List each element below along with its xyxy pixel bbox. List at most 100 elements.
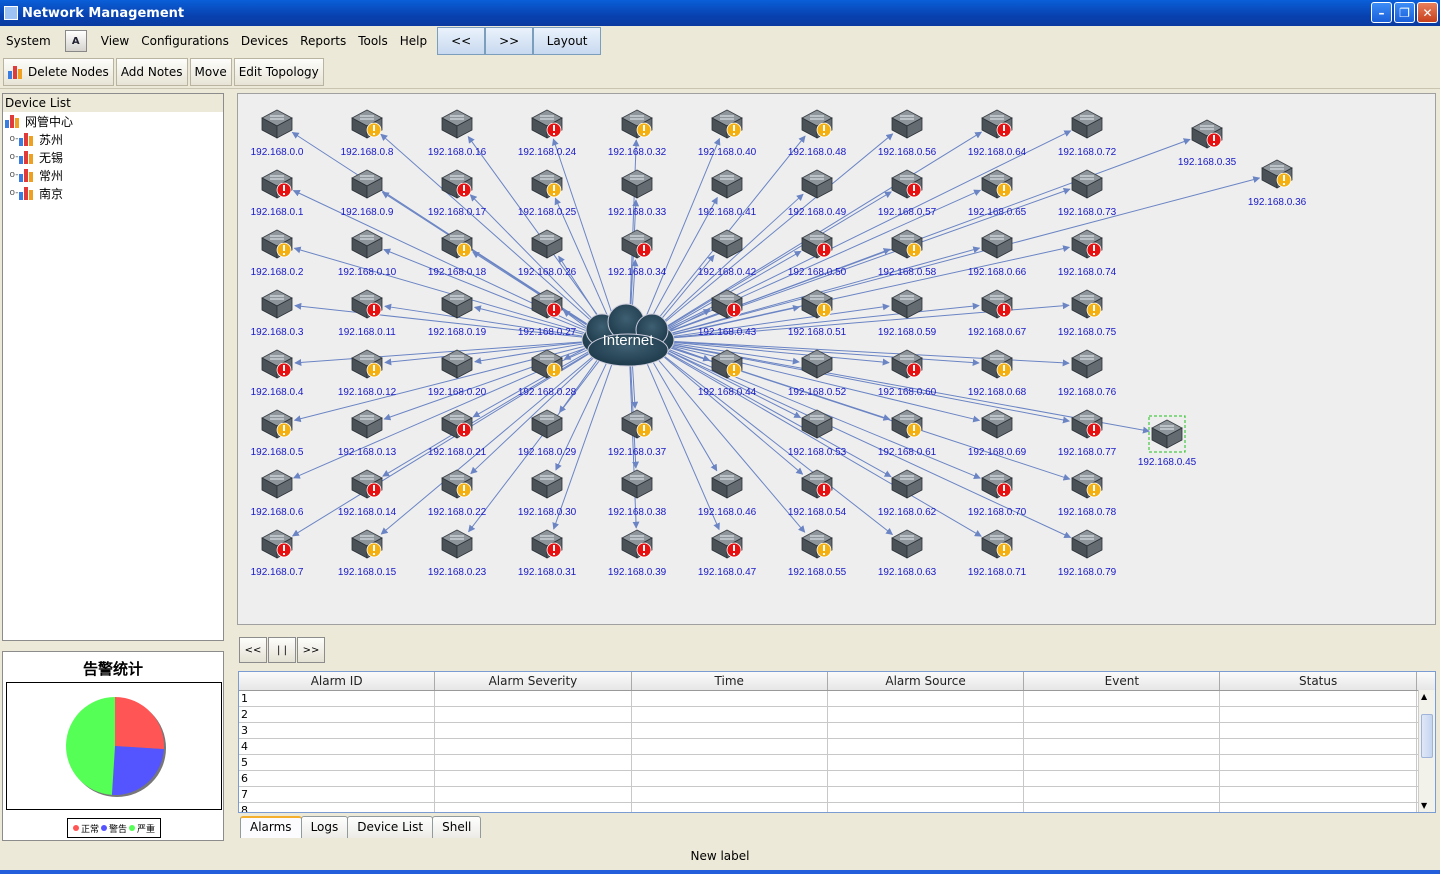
menu-system[interactable]: System bbox=[0, 34, 57, 48]
horizontal-split-handle[interactable] bbox=[237, 625, 1436, 633]
col-alarm-source[interactable]: Alarm Source bbox=[828, 672, 1025, 690]
add-notes-button[interactable]: Add Notes bbox=[115, 58, 188, 86]
switch-node[interactable]: 192.168.0.17 bbox=[428, 169, 487, 218]
menu-configurations[interactable]: Configurations bbox=[135, 34, 235, 48]
switch-node[interactable]: 192.168.0.15 bbox=[338, 529, 397, 578]
tab-logs[interactable]: Logs bbox=[300, 816, 349, 838]
switch-node[interactable]: 192.168.0.2 bbox=[251, 229, 304, 278]
scroll-thumb[interactable] bbox=[1421, 714, 1433, 758]
table-scrollbar[interactable]: ▲ ▼ bbox=[1418, 690, 1435, 812]
switch-node[interactable]: 192.168.0.48 bbox=[788, 109, 847, 158]
expand-icon[interactable]: o- bbox=[9, 188, 19, 198]
switch-node[interactable]: 192.168.0.75 bbox=[1058, 289, 1117, 338]
col-event[interactable]: Event bbox=[1024, 672, 1221, 690]
move-button[interactable]: Move bbox=[189, 58, 232, 86]
minimize-button[interactable]: – bbox=[1371, 2, 1392, 23]
switch-node[interactable]: 192.168.0.47 bbox=[698, 529, 757, 578]
switch-node[interactable]: 192.168.0.39 bbox=[608, 529, 667, 578]
switch-node[interactable]: 192.168.0.78 bbox=[1058, 469, 1117, 518]
menu-view[interactable]: View bbox=[95, 34, 135, 48]
switch-node[interactable]: 192.168.0.71 bbox=[968, 529, 1027, 578]
topology-graph[interactable]: 192.168.0.0 192.168.0.1 192.168.0.2 192.168… bbox=[238, 94, 1436, 625]
rewind-button[interactable]: << bbox=[239, 637, 267, 663]
col-alarm-severity[interactable]: Alarm Severity bbox=[435, 672, 632, 690]
switch-node[interactable]: 192.168.0.26 bbox=[518, 229, 577, 278]
switch-node[interactable]: 192.168.0.45 bbox=[1138, 415, 1197, 468]
tab-device-list[interactable]: Device List bbox=[347, 816, 434, 838]
menu-devices[interactable]: Devices bbox=[235, 34, 294, 48]
switch-node[interactable]: 192.168.0.36 bbox=[1248, 159, 1307, 208]
table-row[interactable]: 7 bbox=[239, 787, 1435, 803]
switch-node[interactable]: 192.168.0.5 bbox=[251, 409, 304, 458]
switch-node[interactable]: 192.168.0.46 bbox=[698, 469, 757, 518]
table-row[interactable]: 6 bbox=[239, 771, 1435, 787]
switch-node[interactable]: 192.168.0.60 bbox=[878, 349, 937, 398]
switch-node[interactable]: 192.168.0.54 bbox=[788, 469, 847, 518]
expand-icon[interactable]: o- bbox=[9, 152, 19, 162]
switch-node[interactable]: 192.168.0.12 bbox=[338, 349, 397, 398]
pause-button[interactable]: | | bbox=[268, 637, 296, 663]
switch-node[interactable]: 192.168.0.30 bbox=[518, 469, 577, 518]
menu-tools[interactable]: Tools bbox=[352, 34, 394, 48]
switch-node[interactable]: 192.168.0.56 bbox=[878, 109, 937, 158]
switch-node[interactable]: 192.168.0.40 bbox=[698, 109, 757, 158]
col-time[interactable]: Time bbox=[632, 672, 828, 690]
switch-node[interactable]: 192.168.0.73 bbox=[1058, 169, 1117, 218]
edit-topology-button[interactable]: Edit Topology bbox=[233, 58, 324, 86]
switch-node[interactable]: 192.168.0.49 bbox=[788, 169, 847, 218]
table-row[interactable]: 3 bbox=[239, 723, 1435, 739]
switch-node[interactable]: 192.168.0.68 bbox=[968, 349, 1027, 398]
close-button[interactable]: ✕ bbox=[1417, 2, 1438, 23]
switch-node[interactable]: 192.168.0.33 bbox=[608, 169, 667, 218]
col-alarm-id[interactable]: Alarm ID bbox=[239, 672, 436, 690]
switch-node[interactable]: 192.168.0.22 bbox=[428, 469, 487, 518]
switch-node[interactable]: 192.168.0.57 bbox=[878, 169, 937, 218]
font-icon[interactable]: A bbox=[64, 30, 87, 52]
restore-button[interactable]: ❐ bbox=[1394, 2, 1415, 23]
tree-item-changzhou[interactable]: o- 常州 bbox=[3, 166, 223, 184]
switch-node[interactable]: 192.168.0.52 bbox=[788, 349, 847, 398]
switch-node[interactable]: 192.168.0.53 bbox=[788, 409, 847, 458]
switch-node[interactable]: 192.168.0.23 bbox=[428, 529, 487, 578]
tab-alarms[interactable]: Alarms bbox=[240, 816, 302, 838]
table-row[interactable]: 1 bbox=[239, 691, 1435, 707]
scroll-down-icon[interactable]: ▼ bbox=[1421, 801, 1427, 810]
tree-item-suzhou[interactable]: o- 苏州 bbox=[3, 130, 223, 148]
switch-node[interactable]: 192.168.0.66 bbox=[968, 229, 1027, 278]
switch-node[interactable]: 192.168.0.43 bbox=[698, 289, 757, 338]
switch-node[interactable]: 192.168.0.79 bbox=[1058, 529, 1117, 578]
switch-node[interactable]: 192.168.0.59 bbox=[878, 289, 937, 338]
switch-node[interactable]: 192.168.0.37 bbox=[608, 409, 667, 458]
switch-node[interactable]: 192.168.0.4 bbox=[251, 349, 304, 398]
tree-item-nanjing[interactable]: o- 南京 bbox=[3, 184, 223, 202]
delete-nodes-button[interactable]: Delete Nodes bbox=[3, 58, 114, 86]
switch-node[interactable]: 192.168.0.7 bbox=[251, 529, 304, 578]
scroll-up-icon[interactable]: ▲ bbox=[1421, 692, 1427, 701]
switch-node[interactable]: 192.168.0.72 bbox=[1058, 109, 1117, 158]
vertical-split-handle[interactable] bbox=[226, 93, 234, 841]
layout-button[interactable]: Layout bbox=[533, 27, 602, 55]
switch-node[interactable]: 192.168.0.64 bbox=[968, 109, 1027, 158]
switch-node[interactable]: 192.168.0.11 bbox=[338, 289, 396, 338]
switch-node[interactable]: 192.168.0.76 bbox=[1058, 349, 1117, 398]
switch-node[interactable]: 192.168.0.38 bbox=[608, 469, 667, 518]
switch-node[interactable]: 192.168.0.25 bbox=[518, 169, 577, 218]
switch-node[interactable]: 192.168.0.10 bbox=[338, 229, 397, 278]
switch-node[interactable]: 192.168.0.24 bbox=[518, 109, 577, 158]
switch-node[interactable]: 192.168.0.34 bbox=[608, 229, 667, 278]
switch-node[interactable]: 192.168.0.62 bbox=[878, 469, 937, 518]
switch-node[interactable]: 192.168.0.61 bbox=[878, 409, 937, 458]
menu-help[interactable]: Help bbox=[394, 34, 433, 48]
switch-node[interactable]: 192.168.0.69 bbox=[968, 409, 1027, 458]
switch-node[interactable]: 192.168.0.3 bbox=[251, 289, 304, 338]
expand-icon[interactable]: o- bbox=[9, 134, 19, 144]
switch-node[interactable]: 192.168.0.31 bbox=[518, 529, 577, 578]
switch-node[interactable]: 192.168.0.74 bbox=[1058, 229, 1117, 278]
switch-node[interactable]: 192.168.0.51 bbox=[788, 289, 847, 338]
col-status[interactable]: Status bbox=[1220, 672, 1417, 690]
nav-next-button[interactable]: >> bbox=[485, 27, 534, 55]
switch-node[interactable]: 192.168.0.0 bbox=[251, 109, 304, 158]
switch-node[interactable]: 192.168.0.21 bbox=[428, 409, 487, 458]
switch-node[interactable]: 192.168.0.55 bbox=[788, 529, 847, 578]
expand-icon[interactable]: o- bbox=[9, 170, 19, 180]
